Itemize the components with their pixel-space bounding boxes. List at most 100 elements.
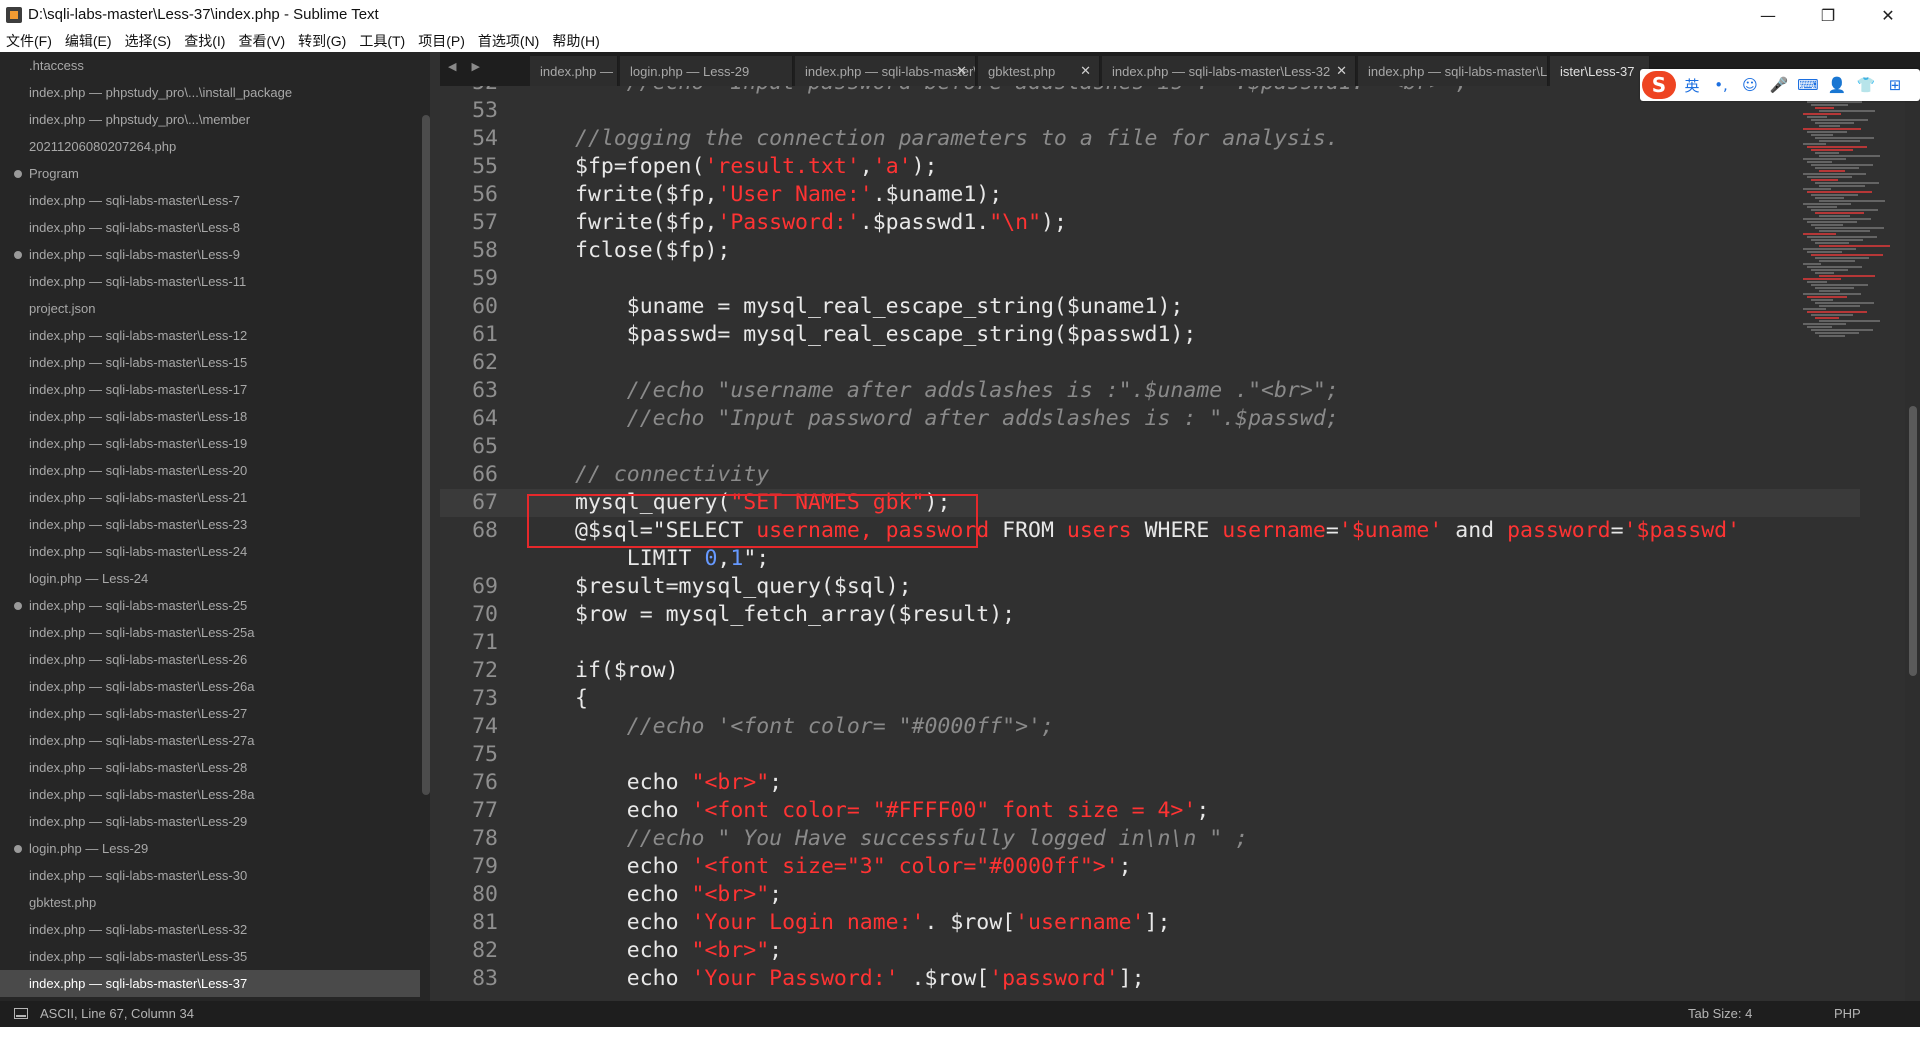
sidebar-file-label: project.json — [29, 301, 96, 316]
ime-user-icon[interactable]: 👤 — [1824, 72, 1850, 98]
sidebar-file-item[interactable]: index.php — sqli-labs-master\Less-28a — [0, 781, 420, 808]
sidebar-file-item[interactable]: login.php — Less-24 — [0, 565, 420, 592]
sidebar-file-item[interactable]: Program — [0, 160, 420, 187]
editor-tab[interactable]: login.php — Less-29 — [620, 56, 793, 86]
editor-tab[interactable]: index.php — : — [530, 56, 618, 86]
sidebar-file-item[interactable]: index.php — sqli-labs-master\Less-17 — [0, 376, 420, 403]
code-token: $uname = mysql_real_escape_string($uname… — [575, 294, 1184, 319]
sidebar-file-item[interactable]: project.json — [0, 295, 420, 322]
code-token: , — [717, 546, 731, 571]
menu-item[interactable]: 文件(F) — [6, 31, 52, 51]
minimap-line — [1819, 140, 1860, 142]
sidebar-file-item[interactable]: index.php — sqli-labs-master\Less-32 — [0, 916, 420, 943]
panel-toggle-icon[interactable] — [14, 1008, 28, 1019]
code-token: "SET NAMES gbk" — [730, 490, 925, 515]
menu-item[interactable]: 帮助(H) — [552, 31, 599, 51]
sidebar-file-item[interactable]: .htaccess — [0, 52, 420, 79]
sidebar-file-item[interactable]: index.php — sqli-labs-master\Less-21 — [0, 484, 420, 511]
line-number: 81 — [472, 910, 498, 935]
sidebar-file-item[interactable]: index.php — sqli-labs-master\Less-8 — [0, 214, 420, 241]
code-line: 65 — [440, 433, 1860, 461]
menu-item[interactable]: 首选项(N) — [478, 31, 539, 51]
menu-item[interactable]: 编辑(E) — [65, 31, 112, 51]
ime-punctuation[interactable]: •, — [1708, 72, 1734, 98]
tab-size-indicator[interactable]: Tab Size: 4 — [1688, 1006, 1752, 1021]
sidebar-file-item[interactable]: index.php — sqli-labs-master\Less-30 — [0, 862, 420, 889]
tab-close-icon[interactable]: ✕ — [956, 63, 967, 79]
sidebar-file-item[interactable]: index.php — phpstudy_pro\...\install_pac… — [0, 79, 420, 106]
sidebar-file-item[interactable]: index.php — sqli-labs-master\Less-37 — [0, 970, 420, 997]
tab-close-icon[interactable]: ✕ — [1080, 63, 1091, 79]
sidebar-file-item[interactable]: index.php — sqli-labs-master\Less-29 — [0, 808, 420, 835]
ime-voice-icon[interactable]: 🎤 — [1766, 72, 1792, 98]
menu-item[interactable]: 工具(T) — [359, 31, 405, 51]
code-line: 63 //echo "username after addslashes is … — [440, 377, 1860, 405]
ime-toolbox-icon[interactable]: ⊞ — [1882, 72, 1908, 98]
sidebar-file-item[interactable]: index.php — sqli-labs-master\Less-11 — [0, 268, 420, 295]
editor-tab[interactable]: index.php — sqli-labs-master\Less-35 — [1358, 56, 1548, 86]
minimap-line — [1819, 155, 1880, 157]
sidebar-file-item[interactable]: gbktest.php — [0, 889, 420, 916]
code-token: 1 — [730, 546, 744, 571]
sidebar-file-item[interactable]: index.php — sqli-labs-master\Less-23 — [0, 511, 420, 538]
sidebar-file-item[interactable]: index.php — sqli-labs-master\Less-19 — [0, 430, 420, 457]
syntax-indicator[interactable]: PHP — [1834, 1006, 1861, 1021]
minimap-line — [1803, 263, 1821, 265]
minimap-line — [1803, 173, 1866, 175]
ime-emoji-icon[interactable]: ☺ — [1737, 72, 1763, 98]
sidebar-file-item[interactable]: index.php — sqli-labs-master\Less-24 — [0, 538, 420, 565]
sidebar-file-item[interactable]: index.php — sqli-labs-master\Less-27 — [0, 700, 420, 727]
code-token: @$sql="SELECT — [575, 518, 757, 543]
ime-skin-icon[interactable]: 👕 — [1853, 72, 1879, 98]
sidebar-file-item[interactable]: 20211206080207264.php — [0, 133, 420, 160]
sidebar-file-label: index.php — sqli-labs-master\Less-29 — [29, 814, 248, 829]
sogou-logo-icon[interactable]: S — [1642, 71, 1676, 99]
sidebar-file-item[interactable]: index.php — sqli-labs-master\Less-15 — [0, 349, 420, 376]
minimap-line — [1803, 323, 1846, 325]
sidebar-file-item[interactable]: index.php — phpstudy_pro\...\member — [0, 106, 420, 133]
menu-item[interactable]: 查找(I) — [184, 31, 225, 51]
window-title: D:\sqli-labs-master\Less-37\index.php - … — [28, 6, 379, 23]
code-text: @$sql="SELECT username, password FROM us… — [575, 517, 1740, 545]
minimap-line — [1815, 182, 1879, 184]
sidebar-file-item[interactable]: index.php — sqli-labs-master\Less-25 — [0, 592, 420, 619]
ime-mode-english[interactable]: 英 — [1679, 72, 1705, 98]
editor-tab[interactable]: ister\Less-37 — [1550, 56, 1650, 86]
sidebar-scrollbar[interactable] — [422, 115, 430, 795]
minimap[interactable] — [1803, 98, 1903, 338]
sidebar-file-label: index.php — sqli-labs-master\Less-27 — [29, 706, 248, 721]
sidebar-file-item[interactable]: index.php — sqli-labs-master\Less-12 — [0, 322, 420, 349]
menu-item[interactable]: 项目(P) — [418, 31, 465, 51]
tab-nav-arrows[interactable]: ◀ ▶ — [448, 60, 486, 73]
sidebar-file-item[interactable]: index.php — sqli-labs-master\Less-18 — [0, 403, 420, 430]
editor-scrollbar[interactable] — [1905, 86, 1920, 1001]
menu-item[interactable]: 选择(S) — [125, 31, 172, 51]
sidebar-file-item[interactable]: index.php — sqli-labs-master\Less-7 — [0, 187, 420, 214]
sidebar-file-item[interactable]: index.php — sqli-labs-master\Less-9 — [0, 241, 420, 268]
sidebar-file-item[interactable]: index.php — sqli-labs-master\Less-25a — [0, 619, 420, 646]
editor-tab[interactable]: index.php — sqli-labs-master\Less-32 ✕ — [1102, 56, 1356, 86]
menu-item[interactable]: 转到(G) — [298, 31, 346, 51]
code-editor[interactable]: 52 //echo "Input password before addslas… — [440, 86, 1905, 1001]
editor-tab[interactable]: gbktest.php ✕ — [978, 56, 1100, 86]
close-button[interactable]: ✕ — [1860, 0, 1916, 30]
sidebar-file-item[interactable]: index.php — sqli-labs-master\Less-26a — [0, 673, 420, 700]
code-line: 69 $result=mysql_query($sql); — [440, 573, 1860, 601]
code-token: '<font color= "#FFFF00" font size = 4>' — [691, 798, 1197, 823]
tab-close-icon[interactable]: ✕ — [1336, 63, 1347, 79]
ime-keyboard-icon[interactable]: ⌨ — [1795, 72, 1821, 98]
sidebar-file-item[interactable]: index.php — sqli-labs-master\Less-20 — [0, 457, 420, 484]
sidebar-file-item[interactable]: index.php — sqli-labs-master\Less-26 — [0, 646, 420, 673]
editor-tab[interactable]: index.php — sqli-labs-master\Less-30✕ — [795, 56, 976, 86]
minimize-button[interactable]: — — [1740, 0, 1796, 30]
restore-button[interactable]: ❐ — [1800, 0, 1856, 30]
sidebar-file-item[interactable]: login.php — Less-29 — [0, 835, 420, 862]
code-line: 61 $passwd= mysql_real_escape_string($pa… — [440, 321, 1860, 349]
code-line: 58 fclose($fp); — [440, 237, 1860, 265]
sidebar-file-item[interactable]: index.php — sqli-labs-master\Less-28 — [0, 754, 420, 781]
sidebar-file-item[interactable]: index.php — sqli-labs-master\Less-27a — [0, 727, 420, 754]
editor-scrollbar-thumb[interactable] — [1909, 406, 1917, 676]
sidebar-file-item[interactable]: index.php — sqli-labs-master\Less-35 — [0, 943, 420, 970]
tab-label: login.php — Less-29 — [630, 63, 750, 79]
menu-item[interactable]: 查看(V) — [238, 31, 285, 51]
